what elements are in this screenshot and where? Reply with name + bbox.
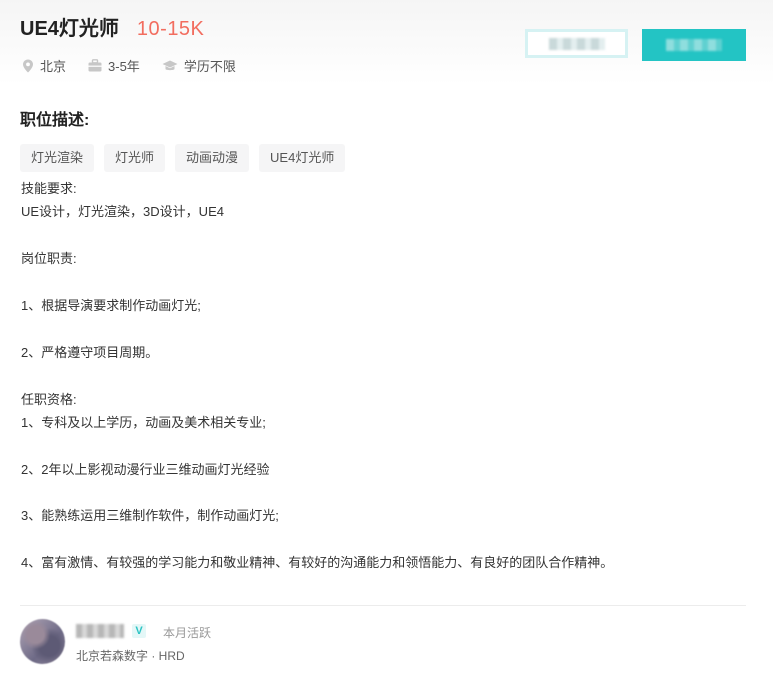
description-line: 2、2年以上影视动漫行业三维动画灯光经验: [21, 461, 270, 477]
skill-tag: UE4灯光师: [259, 144, 346, 172]
description-line: 任职资格:: [21, 391, 77, 407]
salary: 10-15K: [136, 18, 205, 40]
meta-location: 北京: [22, 56, 66, 75]
primary-action-button[interactable]: [642, 29, 746, 61]
divider: [20, 605, 746, 606]
description-line: [21, 364, 741, 387]
job-title: UE4灯光师: [20, 18, 119, 40]
recruiter-active-status: 本月活跃: [163, 626, 212, 640]
skill-tags: 灯光渲染 灯光师 动画动漫 UE4灯光师: [20, 144, 355, 172]
location-pin-icon: [23, 59, 33, 72]
job-meta: 北京 3-5年 学历不限: [22, 56, 258, 75]
recruiter-name-blurred[interactable]: [76, 624, 124, 638]
description-line: 1、专科及以上学历，动画及美术相关专业;: [21, 414, 266, 430]
job-description: 技能要求: UE设计，灯光渲染，3D设计，UE4 岗位职责: 1、根据导演要求制…: [21, 177, 741, 575]
recruiter-avatar[interactable]: [20, 619, 65, 664]
description-line: [21, 481, 741, 504]
skill-tag: 灯光师: [104, 144, 166, 172]
education-text: 学历不限: [183, 59, 236, 74]
description-line: [21, 528, 741, 551]
description-line: 1、根据导演要求制作动画灯光;: [21, 297, 201, 313]
location-text: 北京: [40, 59, 67, 74]
title-row: UE4灯光师 10-15K: [20, 12, 204, 41]
verified-badge: V: [132, 624, 146, 638]
recruiter-company-role: 北京若森数字 · HRD: [76, 649, 185, 663]
description-line: UE设计，灯光渲染，3D设计，UE4: [21, 204, 224, 220]
experience-text: 3-5年: [108, 59, 140, 74]
description-line: 4、富有激情、有较强的学习能力和敬业精神、有较好的沟通能力和领悟能力、有良好的团…: [21, 555, 614, 571]
description-line: 3、能熟练运用三维制作软件，制作动画灯光;: [21, 508, 279, 524]
secondary-action-button[interactable]: [525, 29, 628, 58]
briefcase-icon: [88, 59, 102, 72]
description-line: 技能要求:: [21, 181, 77, 196]
description-line: 2、严格遵守项目周期。: [21, 344, 159, 360]
description-line: 岗位职责:: [21, 251, 77, 267]
description-line: [21, 224, 741, 247]
graduation-cap-icon: [162, 60, 178, 70]
section-title: 职位描述:: [20, 112, 90, 129]
meta-experience: 3-5年: [88, 56, 140, 75]
skill-tag: 动画动漫: [175, 144, 250, 172]
job-header: UE4灯光师 10-15K 北京 3-5年 学历不限: [0, 0, 773, 90]
blurred-button-label: [666, 39, 722, 51]
description-line: [21, 434, 741, 457]
skill-tag: 灯光渲染: [20, 144, 95, 172]
meta-education: 学历不限: [162, 56, 236, 75]
description-line: [21, 271, 741, 294]
blurred-button-label: [548, 37, 605, 50]
description-line: [21, 317, 741, 340]
